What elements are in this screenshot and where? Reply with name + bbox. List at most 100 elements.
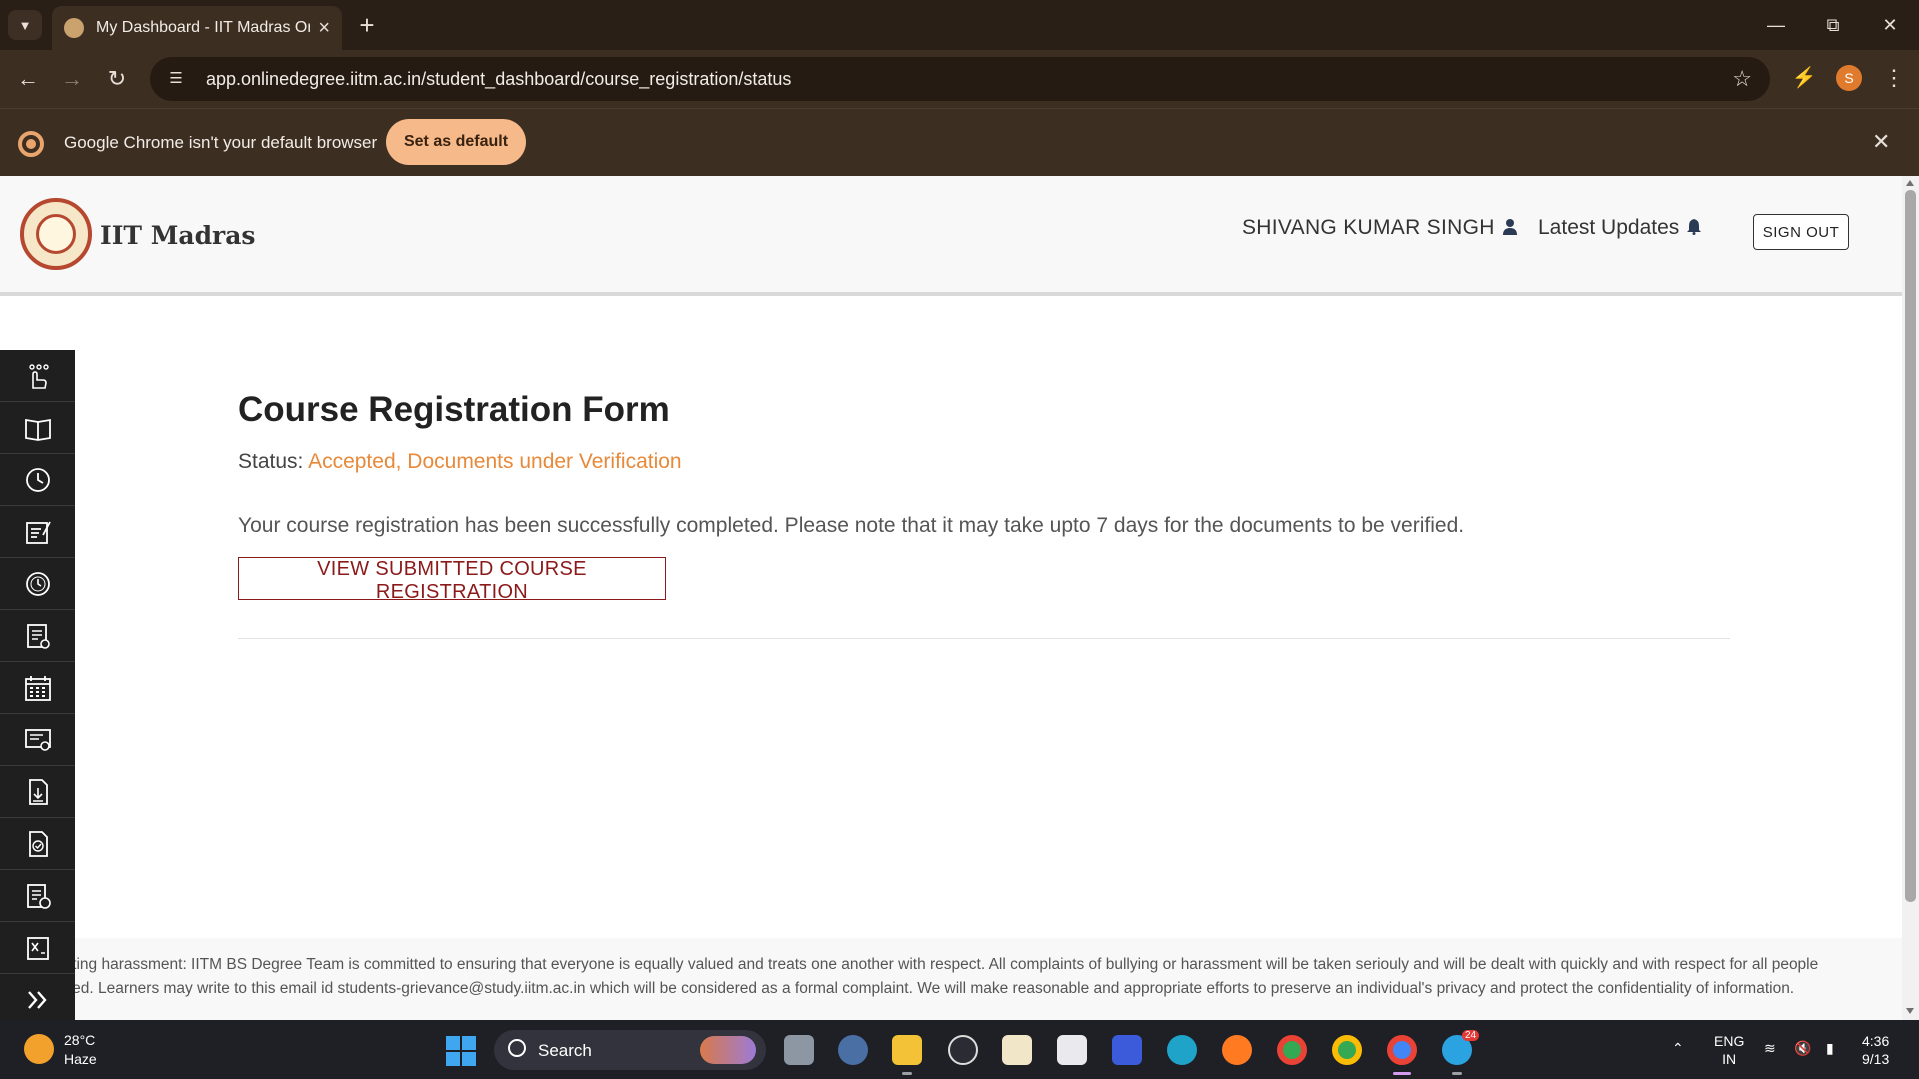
- fee-doc-icon: [26, 883, 51, 909]
- battery-icon[interactable]: ▮: [1826, 1040, 1834, 1057]
- extensions-icon[interactable]: ⚡: [1790, 64, 1818, 92]
- wifi-icon[interactable]: ≋: [1764, 1040, 1776, 1057]
- history-icon: [25, 467, 50, 492]
- checklist-icon: [26, 623, 50, 649]
- sidebar: [0, 350, 75, 1020]
- sidebar-item-calendar[interactable]: [0, 662, 75, 714]
- infobar-close-icon[interactable]: ✕: [1872, 129, 1890, 155]
- tab-search-button[interactable]: ▼: [8, 10, 42, 40]
- calendar-icon: [24, 675, 51, 701]
- grade-sheet-icon: [26, 936, 49, 960]
- reload-button[interactable]: ↻: [101, 63, 133, 95]
- chrome-logo-icon: [18, 131, 44, 157]
- file-explorer-icon[interactable]: [892, 1035, 922, 1065]
- iitm-logo[interactable]: [20, 198, 92, 270]
- page-scrollbar[interactable]: [1902, 176, 1919, 1020]
- start-button[interactable]: [446, 1036, 476, 1066]
- brand-name[interactable]: IIT Madras: [100, 221, 256, 250]
- address-bar[interactable]: ☰ app.onlinedegree.iitm.ac.in/student_da…: [150, 57, 1770, 101]
- set-as-default-button[interactable]: Set as default: [386, 119, 526, 165]
- book-icon: [24, 418, 51, 441]
- telegram-unread-badge: 24: [1462, 1030, 1480, 1041]
- sidebar-item-fees[interactable]: [0, 870, 75, 922]
- sidebar-item-assessments[interactable]: [0, 610, 75, 662]
- bookmark-star-icon[interactable]: ☆: [1732, 66, 1752, 92]
- scrollbar-thumb[interactable]: [1905, 190, 1916, 902]
- chrome-icon[interactable]: [1277, 1035, 1307, 1065]
- latest-updates-label: Latest Updates: [1538, 216, 1680, 239]
- browser-titlebar: ▼ My Dashboard - IIT Madras Onl × + — ⧉ …: [0, 0, 1919, 50]
- chrome-active-icon[interactable]: [1387, 1035, 1417, 1065]
- footer-line-2: red. Learners may write to this email id…: [75, 980, 1795, 997]
- sidebar-item-grades[interactable]: [0, 922, 75, 974]
- url-text[interactable]: app.onlinedegree.iitm.ac.in/student_dash…: [206, 69, 791, 90]
- sidebar-item-registration[interactable]: [0, 506, 75, 558]
- weather-icon[interactable]: [24, 1034, 54, 1064]
- taskbar-search-label: Search: [538, 1041, 592, 1060]
- forward-button[interactable]: →: [56, 63, 88, 95]
- file-explorer-indicator: [902, 1072, 912, 1075]
- sidebar-item-certificates[interactable]: [0, 714, 75, 766]
- close-window-button[interactable]: ✕: [1870, 10, 1910, 40]
- browser-toolbar: ← → ↻ ☰ app.onlinedegree.iitm.ac.in/stud…: [0, 50, 1919, 108]
- sidebar-item-history[interactable]: [0, 454, 75, 506]
- download-doc-icon: [28, 778, 48, 805]
- user-icon: [1502, 219, 1517, 235]
- language-code: ENG: [1714, 1033, 1745, 1049]
- task-view-icon[interactable]: [784, 1035, 814, 1065]
- site-header: IIT Madras SHIVANG KUMAR SINGH Latest Up…: [0, 176, 1902, 296]
- latest-updates-link[interactable]: Latest Updates: [1538, 216, 1702, 240]
- infobar-message: Google Chrome isn't your default browser: [64, 133, 378, 152]
- math-app-icon[interactable]: [1112, 1035, 1142, 1065]
- firefox-icon[interactable]: [1222, 1035, 1252, 1065]
- volume-muted-icon[interactable]: 🔇: [1794, 1040, 1811, 1057]
- default-browser-infobar: Google Chrome isn't your default browser…: [0, 108, 1919, 176]
- system-clock[interactable]: 4:36 9/13: [1862, 1032, 1889, 1068]
- taskbar-search[interactable]: Search: [494, 1030, 766, 1070]
- tab-close-icon[interactable]: ×: [318, 17, 330, 40]
- edge-icon[interactable]: [1167, 1035, 1197, 1065]
- registration-status: Status: Accepted, Documents under Verifi…: [238, 450, 682, 474]
- sidebar-item-dashboard[interactable]: [0, 350, 75, 402]
- microsoft-store-icon[interactable]: [1057, 1035, 1087, 1065]
- telegram-indicator: [1452, 1072, 1462, 1075]
- approved-doc-icon: [28, 830, 48, 857]
- sidebar-item-approvals[interactable]: [0, 818, 75, 870]
- windows-taskbar: 28°C Haze Search 24 ⌃ ENG IN ≋ 🔇 ▮ 4:36 …: [0, 1020, 1919, 1079]
- clock-date: 9/13: [1862, 1051, 1890, 1067]
- weather-temperature[interactable]: 28°C: [64, 1032, 95, 1048]
- new-tab-button[interactable]: +: [352, 10, 382, 40]
- sidebar-item-schedule[interactable]: [0, 558, 75, 610]
- chrome-menu-icon[interactable]: ⋮: [1880, 64, 1908, 92]
- sidebar-expand-button[interactable]: [0, 974, 75, 1020]
- clock-app-icon[interactable]: [948, 1035, 978, 1065]
- registration-message: Your course registration has been succes…: [238, 514, 1465, 537]
- status-label: Status:: [238, 450, 304, 473]
- site-info-icon[interactable]: ☰: [164, 67, 188, 91]
- bell-icon: [1687, 219, 1702, 235]
- notebook-app-icon[interactable]: [1002, 1035, 1032, 1065]
- browser-tab-active[interactable]: My Dashboard - IIT Madras Onl ×: [52, 6, 342, 50]
- user-profile-link[interactable]: SHIVANG KUMAR SINGH: [1242, 216, 1517, 240]
- sign-out-button[interactable]: SIGN OUT: [1753, 214, 1849, 250]
- tray-overflow-icon[interactable]: ⌃: [1672, 1040, 1684, 1057]
- scroll-up-arrow[interactable]: [1906, 180, 1914, 186]
- search-highlight-icon: [700, 1036, 756, 1064]
- page-title: Course Registration Form: [238, 390, 670, 429]
- settings-icon[interactable]: [838, 1035, 868, 1065]
- sidebar-item-courses[interactable]: [0, 402, 75, 454]
- sidebar-item-downloads[interactable]: [0, 766, 75, 818]
- language-indicator[interactable]: ENG IN: [1714, 1032, 1744, 1068]
- page-viewport: IIT Madras SHIVANG KUMAR SINGH Latest Up…: [0, 176, 1902, 1020]
- minimize-button[interactable]: —: [1756, 10, 1796, 40]
- region-code: IN: [1722, 1051, 1737, 1067]
- tab-favicon-icon: [64, 18, 84, 38]
- chrome-profile-icon[interactable]: [1332, 1035, 1362, 1065]
- profile-avatar[interactable]: S: [1836, 65, 1862, 91]
- scroll-down-arrow[interactable]: [1906, 1008, 1914, 1014]
- weather-description[interactable]: Haze: [64, 1051, 97, 1067]
- back-button[interactable]: ←: [12, 63, 44, 95]
- view-submitted-registration-button[interactable]: VIEW SUBMITTED COURSE REGISTRATION: [238, 557, 666, 603]
- restore-button[interactable]: ⧉: [1813, 10, 1853, 40]
- chrome-active-indicator: [1393, 1072, 1411, 1075]
